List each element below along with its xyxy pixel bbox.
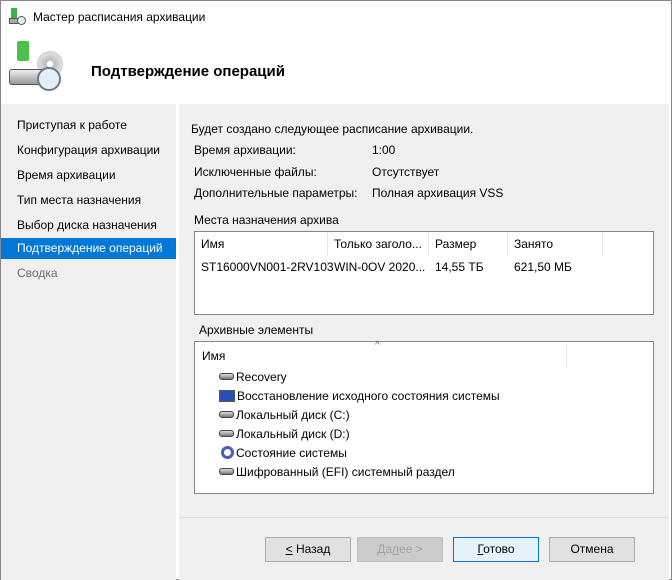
next-button: Далее > (357, 537, 443, 562)
item-label: Состояние системы (236, 445, 347, 460)
cancel-button[interactable]: Отмена (549, 537, 635, 562)
column-name[interactable]: Имя (195, 232, 328, 256)
item-label: Локальный диск (D:) (236, 426, 350, 441)
item-label: Шифрованный (EFI) системный раздел (236, 464, 455, 479)
list-item[interactable]: Восстановление исходного состояния систе… (219, 386, 500, 405)
nav-item-getting-started[interactable]: Приступая к работе (1, 113, 176, 138)
item-label: Локальный диск (C:) (236, 407, 350, 422)
column-label[interactable]: Только заголо... (328, 232, 429, 256)
backup-wizard-icon (9, 41, 63, 93)
disk-icon (219, 373, 234, 380)
destinations-title: Места назначения архива (194, 213, 339, 227)
nav-item-destination-disk[interactable]: Выбор диска назначения (1, 213, 176, 238)
title-bar: Мастер расписания архивации (1, 1, 671, 33)
backup-schedule-icon (9, 8, 27, 26)
wizard-window: Мастер расписания архивации Подтверждени… (0, 0, 672, 580)
backup-time-value: 1:00 (372, 143, 396, 157)
finish-button[interactable]: Готово (453, 537, 539, 562)
list-item[interactable]: Recovery (219, 367, 287, 386)
window-title: Мастер расписания архивации (33, 10, 206, 24)
nav-item-backup-time[interactable]: Время архивации (1, 163, 176, 188)
nav-item-confirmation[interactable]: Подтверждение операций (1, 238, 176, 259)
column-size[interactable]: Размер (429, 232, 508, 256)
page-title: Подтверждение операций (91, 63, 285, 80)
list-item[interactable]: Локальный диск (C:) (219, 405, 350, 424)
item-label: Recovery (236, 369, 287, 384)
cell-used: 621,50 МБ (514, 260, 572, 274)
nav-item-summary: Сводка (17, 266, 58, 280)
next-accesskey: л (392, 542, 400, 556)
back-accesskey: < (285, 542, 293, 556)
nav-item-destination-type[interactable]: Тип места назначения (1, 188, 176, 213)
disk-icon (219, 411, 234, 418)
advanced-settings-label: Дополнительные параметры: (194, 186, 358, 200)
items-title: Архивные элементы (199, 323, 314, 337)
cell-label: WIN-0OV 2020... (334, 260, 426, 274)
footer-divider (179, 517, 669, 518)
list-item[interactable]: Локальный диск (D:) (219, 424, 350, 443)
item-label: Восстановление исходного состояния систе… (237, 388, 500, 403)
wizard-nav: Приступая к работе Конфигурация архиваци… (1, 104, 176, 580)
excluded-files-label: Исключенные файлы: (194, 165, 317, 179)
items-list[interactable]: ^ Имя Recovery Восстановление исходного … (194, 340, 654, 494)
column-used[interactable]: Занято (508, 232, 603, 256)
next-label-pre: Да (377, 542, 393, 556)
gear-icon (221, 446, 234, 459)
destinations-list[interactable]: Имя Только заголо... Размер Занято ST160… (194, 231, 654, 315)
disk-icon (219, 430, 234, 437)
column-name[interactable]: Имя (195, 344, 567, 368)
back-label: Назад (292, 542, 331, 556)
cell-size: 14,55 ТБ (435, 260, 484, 274)
back-button[interactable]: < Назад (265, 537, 351, 562)
disk-icon (219, 468, 234, 475)
finish-label: отово (483, 542, 515, 556)
nav-item-backup-configuration[interactable]: Конфигурация архивации (1, 138, 176, 163)
next-label-post: ее > (399, 542, 423, 556)
list-item[interactable]: Состояние системы (219, 443, 347, 462)
cell-name: ST16000VN001-2RV103 (201, 260, 334, 274)
backup-time-label: Время архивации: (194, 143, 296, 157)
advanced-settings-value: Полная архивация VSS (372, 186, 504, 200)
excluded-files-value: Отсутствует (372, 165, 440, 179)
list-item[interactable]: Шифрованный (EFI) системный раздел (219, 462, 455, 481)
intro-text: Будет создано следующее расписание архив… (191, 122, 474, 136)
computer-icon (219, 389, 235, 402)
wizard-header: Подтверждение операций (1, 33, 671, 101)
main-panel: Будет создано следующее расписание архив… (179, 104, 669, 580)
